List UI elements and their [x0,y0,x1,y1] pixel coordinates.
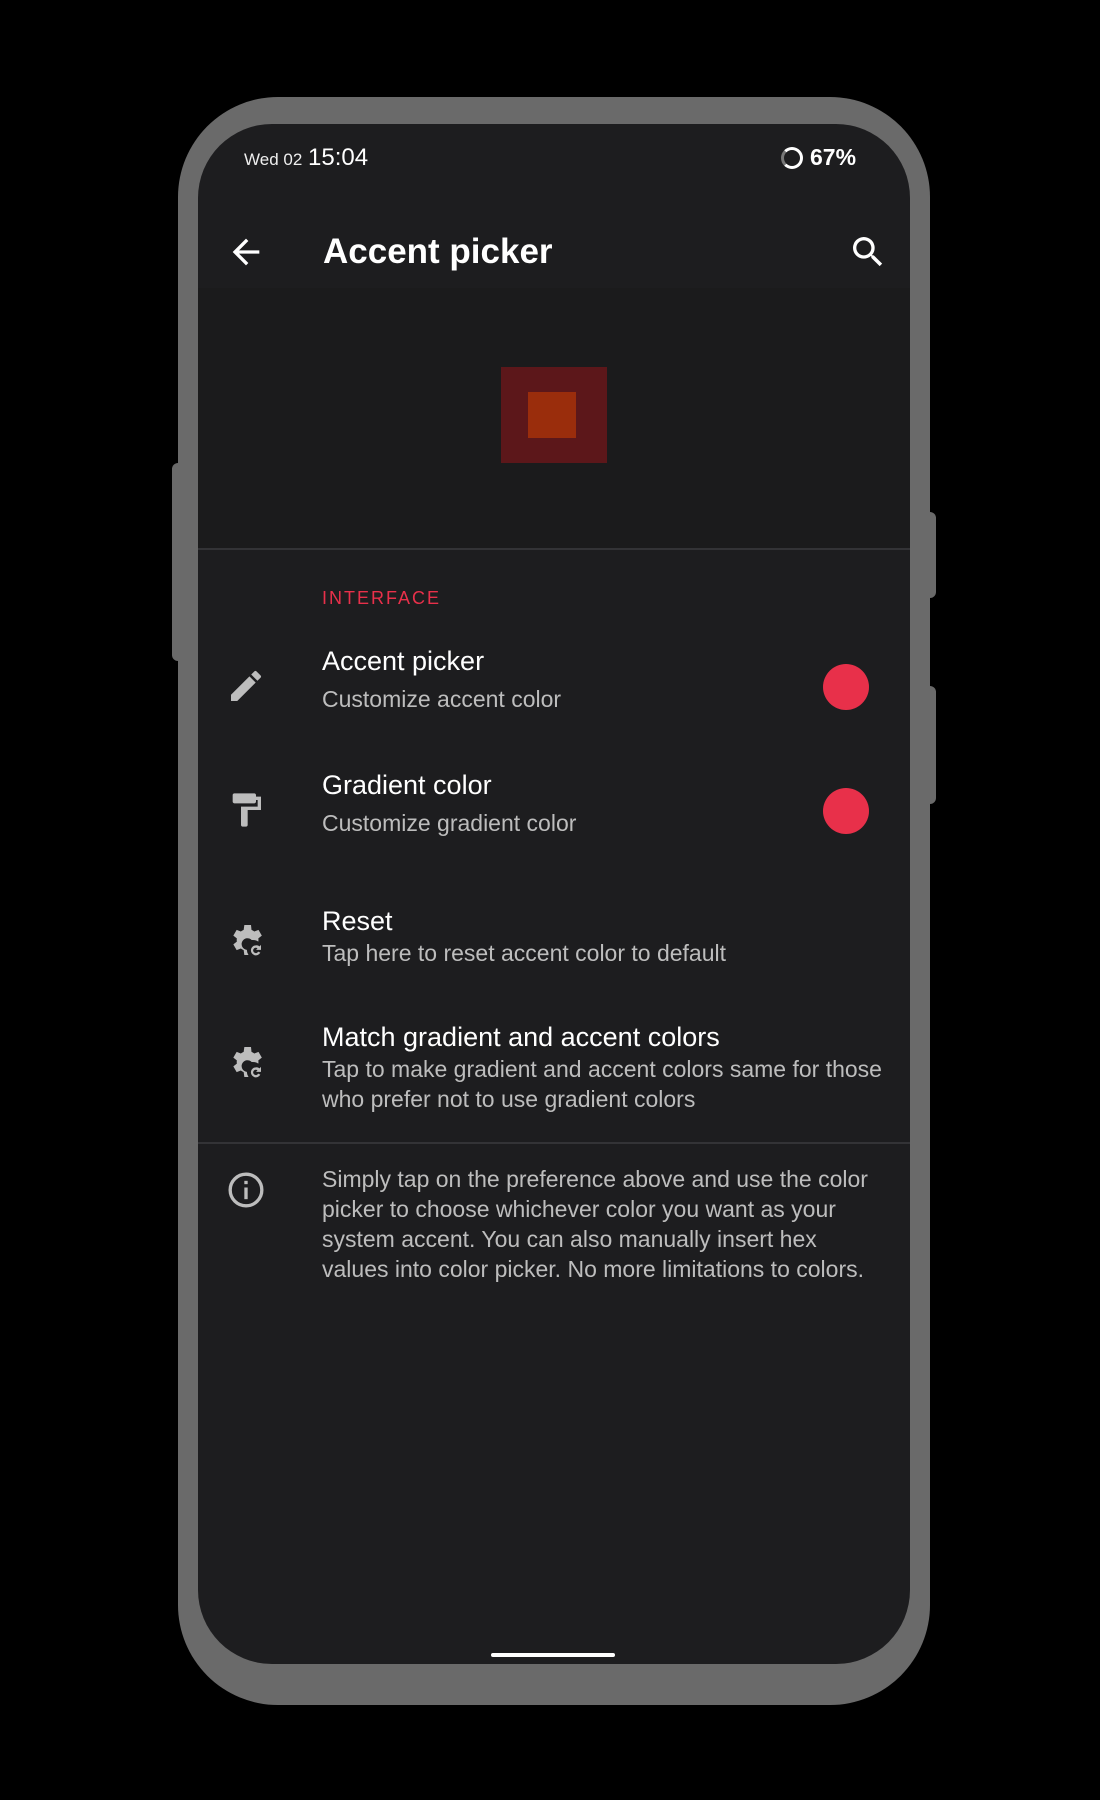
pref-gradient-color[interactable]: Gradient color Customize gradient color [198,758,910,864]
search-icon [853,237,883,267]
pref-accent-picker[interactable]: Accent picker Customize accent color [198,634,910,740]
back-button[interactable] [226,232,266,272]
pref-reset[interactable]: Reset Tap here to reset accent color to … [198,892,910,988]
gear-reset-icon [233,925,262,956]
pref-subtitle: Tap to make gradient and accent colors s… [322,1056,882,1112]
pref-subtitle: Customize gradient color [322,810,577,836]
phone-volume-button [926,686,936,804]
pencil-icon [231,670,262,701]
phone-screen: Wed 02 15:04 67% Accent picker INTERFACE… [198,124,910,1664]
pref-subtitle: Tap here to reset accent color to defaul… [322,940,727,966]
paint-roller-icon [232,793,261,827]
page-title: Accent picker [323,232,553,271]
gradient-color-indicator [823,788,869,834]
arrow-left-icon [232,238,260,266]
info-text: Simply tap on the preference above and u… [322,1166,868,1282]
pref-subtitle: Customize accent color [322,686,562,712]
preview-divider [198,548,910,550]
pref-title: Gradient color [322,770,492,800]
status-bar: Wed 02 15:04 67% [198,124,910,194]
pref-title: Match gradient and accent colors [322,1022,720,1052]
pref-title: Accent picker [322,646,485,676]
gear-reset-icon [233,1047,262,1078]
info-divider [198,1142,910,1144]
pref-match-colors[interactable]: Match gradient and accent colors Tap to … [198,1008,910,1124]
battery-percentage: 67% [810,144,857,170]
accent-color-indicator [823,664,869,710]
battery-ring-icon [781,147,803,169]
status-day: Wed 02 [244,150,303,169]
info-icon [228,1172,264,1208]
pref-title: Reset [322,906,393,936]
search-button[interactable] [848,232,888,272]
section-header: INTERFACE [322,588,442,608]
home-indicator[interactable] [491,1653,615,1657]
status-time: 15:04 [308,144,369,171]
phone-side-button [172,463,182,661]
accent-preview-swatch [528,392,576,438]
phone-power-button [926,512,936,598]
